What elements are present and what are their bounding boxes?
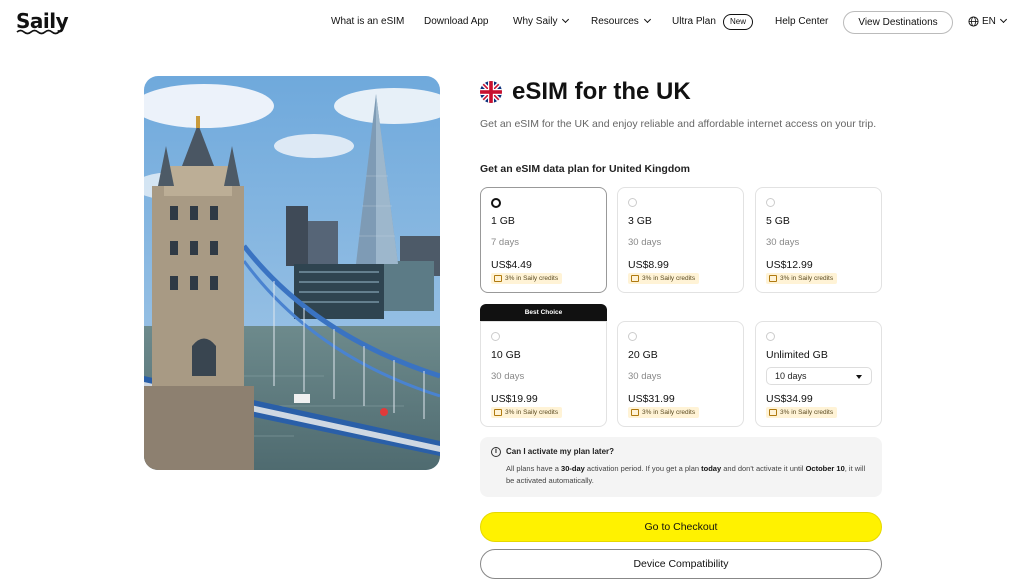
- plan-price: US$12.99: [766, 259, 813, 271]
- page-subtitle: Get an eSIM for the UK and enjoy reliabl…: [480, 118, 877, 130]
- plan-duration: 7 days: [491, 237, 519, 248]
- plan-price: US$8.99: [628, 259, 669, 271]
- nav-why-saily-label: Why Saily: [513, 16, 558, 27]
- plan-data: 10 GB: [491, 349, 521, 361]
- language-label: EN: [982, 16, 996, 27]
- nav-what-is-esim[interactable]: What is an eSIM: [331, 16, 404, 27]
- plan-card-20gb[interactable]: 20 GB 30 days US$31.99 3% in Saily credi…: [617, 321, 744, 427]
- duration-select-value: 10 days: [775, 371, 807, 381]
- info-question: Can I activate my plan later?: [506, 447, 615, 456]
- device-compatibility-button[interactable]: Device Compatibility: [480, 549, 882, 579]
- credits-label: 3% in Saily credits: [642, 409, 696, 416]
- wallet-icon: [769, 275, 777, 282]
- globe-icon: [968, 16, 979, 27]
- info-answer: All plans have a 30-day activation perio…: [506, 463, 866, 487]
- plan-data: 3 GB: [628, 215, 652, 227]
- plan-card-unlimited[interactable]: Unlimited GB 10 days US$34.99 3% in Sail…: [755, 321, 882, 427]
- plan-radio[interactable]: [491, 332, 500, 341]
- plan-radio[interactable]: [628, 332, 637, 341]
- checkout-button[interactable]: Go to Checkout: [480, 512, 882, 542]
- nav-ultra-plan[interactable]: Ultra Plan: [672, 16, 716, 27]
- plan-radio[interactable]: [491, 198, 501, 208]
- chevron-down-icon: [643, 15, 651, 24]
- wallet-icon: [631, 275, 639, 282]
- plan-radio[interactable]: [628, 198, 637, 207]
- plan-price: US$19.99: [491, 393, 538, 405]
- page-title: eSIM for the UK: [512, 78, 691, 105]
- wallet-icon: [631, 409, 639, 416]
- credits-badge: 3% in Saily credits: [491, 407, 563, 418]
- nav-help-center[interactable]: Help Center: [775, 16, 828, 27]
- plans-heading: Get an eSIM data plan for United Kingdom: [480, 163, 691, 175]
- nav-why-saily[interactable]: Why Saily: [513, 15, 570, 27]
- plan-duration: 30 days: [766, 237, 800, 248]
- best-choice-tag: Best Choice: [480, 304, 607, 321]
- credits-badge: 3% in Saily credits: [766, 273, 838, 284]
- plan-data: 1 GB: [491, 215, 515, 227]
- plan-radio[interactable]: [766, 332, 775, 341]
- credits-badge: 3% in Saily credits: [491, 273, 563, 284]
- wallet-icon: [769, 409, 777, 416]
- info-text: and don't activate it until: [721, 464, 806, 473]
- uk-flag-icon: [480, 81, 502, 103]
- plan-duration: 30 days: [628, 371, 662, 382]
- credits-label: 3% in Saily credits: [505, 275, 559, 282]
- info-bold: today: [701, 464, 722, 473]
- plan-price: US$4.49: [491, 259, 532, 271]
- tower-bridge-photo: [144, 76, 440, 470]
- info-bold: 30-day: [561, 464, 585, 473]
- plan-card-3gb[interactable]: 3 GB 30 days US$8.99 3% in Saily credits: [617, 187, 744, 293]
- tower-bridge-illustration: [144, 76, 440, 470]
- info-text: All plans have a: [506, 464, 562, 473]
- plan-card-1gb[interactable]: 1 GB 7 days US$4.49 3% in Saily credits: [480, 187, 607, 293]
- plan-card-10gb[interactable]: 10 GB 30 days US$19.99 3% in Saily credi…: [480, 321, 607, 427]
- credits-label: 3% in Saily credits: [780, 275, 834, 282]
- wallet-icon: [494, 409, 502, 416]
- plan-data: 20 GB: [628, 349, 658, 361]
- view-destinations-button[interactable]: View Destinations: [843, 11, 953, 34]
- activation-info-box: i Can I activate my plan later? All plan…: [480, 437, 882, 497]
- plan-data: 5 GB: [766, 215, 790, 227]
- credits-badge: 3% in Saily credits: [628, 407, 700, 418]
- logo-wave-icon: [16, 29, 60, 35]
- chevron-down-icon: [999, 15, 1007, 24]
- credits-label: 3% in Saily credits: [642, 275, 696, 282]
- plan-price: US$34.99: [766, 393, 813, 405]
- credits-badge: 3% in Saily credits: [766, 407, 838, 418]
- top-navigation: Saily What is an eSIM Download App Why S…: [0, 0, 1024, 44]
- nav-resources-label: Resources: [591, 16, 639, 27]
- credits-label: 3% in Saily credits: [780, 409, 834, 416]
- nav-resources[interactable]: Resources: [591, 15, 651, 27]
- info-bold: October 10: [805, 464, 845, 473]
- plan-card-5gb[interactable]: 5 GB 30 days US$12.99 3% in Saily credit…: [755, 187, 882, 293]
- credits-label: 3% in Saily credits: [505, 409, 559, 416]
- wallet-icon: [494, 275, 502, 282]
- plan-price: US$31.99: [628, 393, 675, 405]
- language-selector[interactable]: EN: [968, 15, 1007, 27]
- credits-badge: 3% in Saily credits: [628, 273, 700, 284]
- duration-select[interactable]: 10 days: [766, 367, 872, 385]
- plan-duration: 30 days: [491, 371, 525, 382]
- nav-download-app[interactable]: Download App: [424, 16, 489, 27]
- plan-data: Unlimited GB: [766, 349, 828, 361]
- info-text: activation period. If you get a plan: [584, 464, 702, 473]
- plan-radio[interactable]: [766, 198, 775, 207]
- new-badge: New: [723, 14, 753, 30]
- chevron-down-icon: [562, 15, 570, 24]
- caret-down-icon: [856, 375, 862, 379]
- plan-duration: 30 days: [628, 237, 662, 248]
- info-icon: i: [491, 447, 501, 457]
